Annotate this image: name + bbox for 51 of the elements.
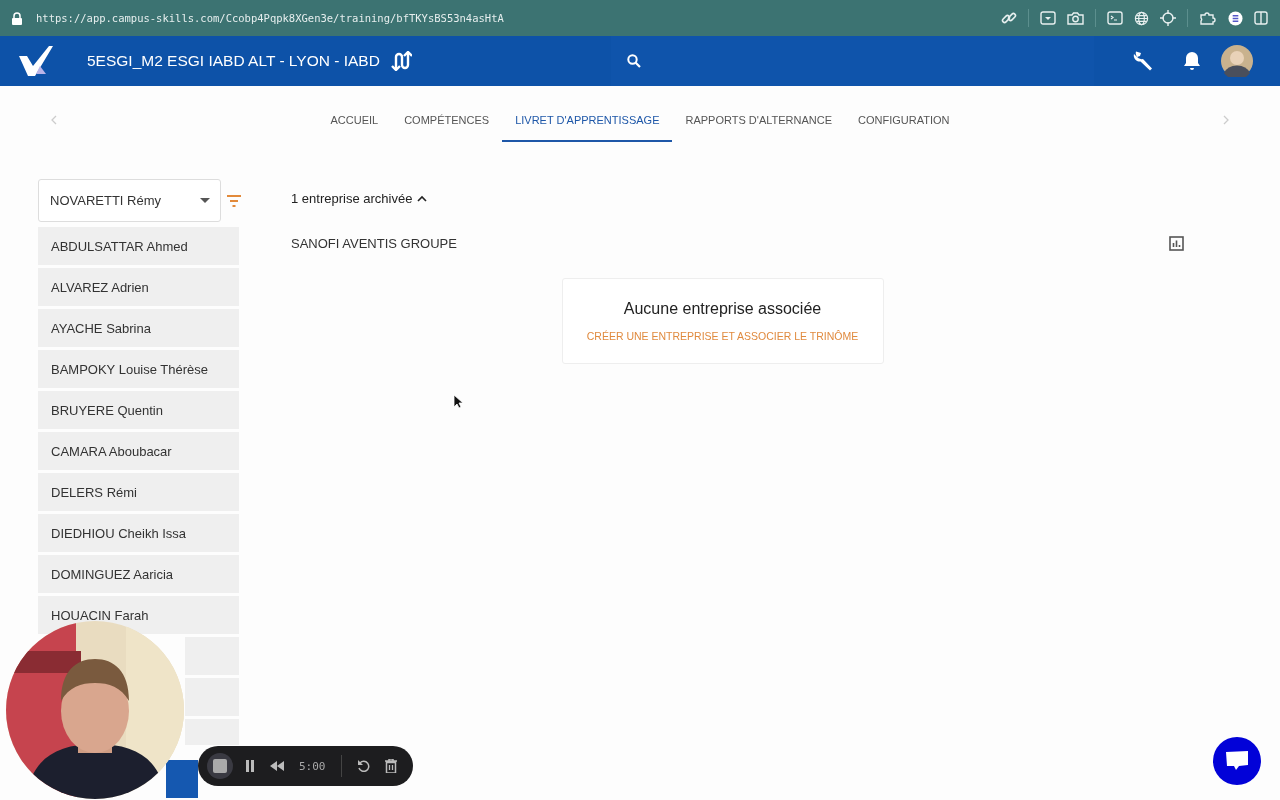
extension-icon[interactable] bbox=[1228, 10, 1243, 26]
search-icon[interactable] bbox=[627, 54, 641, 68]
pause-icon[interactable] bbox=[245, 760, 255, 772]
tab[interactable]: ACCUEIL bbox=[317, 98, 392, 142]
trash-icon[interactable] bbox=[384, 759, 397, 773]
student-list-item[interactable]: AYACHE Sabrina bbox=[38, 309, 239, 347]
rewind-icon[interactable] bbox=[270, 761, 284, 771]
chat-bubble-icon bbox=[1225, 750, 1249, 772]
puzzle-icon[interactable] bbox=[1199, 11, 1217, 25]
student-select[interactable]: NOVARETTI Rémy bbox=[38, 179, 221, 222]
mouse-cursor-icon bbox=[453, 394, 463, 409]
company-name[interactable]: SANOFI AVENTIS GROUPE bbox=[291, 235, 457, 251]
student-list-item[interactable]: CAMARA Aboubacar bbox=[38, 432, 239, 470]
student-list-item[interactable]: HOUACIN Farah bbox=[38, 596, 239, 634]
stop-button[interactable] bbox=[207, 753, 233, 779]
recording-timer: 5:00 bbox=[299, 759, 326, 773]
student-list-item[interactable]: DELERS Rémi bbox=[38, 473, 239, 511]
globe-icon[interactable] bbox=[1134, 10, 1149, 26]
archived-toggle[interactable]: 1 entreprise archivée bbox=[291, 191, 428, 206]
student-list-item[interactable]: DOMINGUEZ Aaricia bbox=[38, 555, 239, 593]
swap-icon[interactable] bbox=[389, 51, 412, 71]
student-list-item[interactable]: ABDULSATTAR Ahmed bbox=[38, 227, 239, 265]
terminal-icon[interactable] bbox=[1107, 11, 1123, 25]
chat-button[interactable] bbox=[1213, 737, 1261, 785]
camera-icon[interactable] bbox=[1067, 11, 1084, 25]
student-list-item[interactable]: ALVAREZ Adrien bbox=[38, 268, 239, 306]
chart-icon[interactable] bbox=[1169, 235, 1184, 251]
avatar[interactable] bbox=[1221, 45, 1253, 77]
url-text[interactable]: https://app.campus-skills.com/Ccobp4Pqpk8XGen3e/training/bfTKYsBS53n4asHtA bbox=[36, 12, 504, 24]
empty-state-title: Aucune entreprise associée bbox=[623, 300, 822, 318]
filter-icon[interactable] bbox=[226, 194, 242, 207]
screen-icon[interactable] bbox=[1040, 11, 1056, 25]
student-list-item[interactable]: DIEDHIOU Cheikh Issa bbox=[38, 514, 239, 552]
student-list-item[interactable]: BRUYERE Quentin bbox=[38, 391, 239, 429]
tab[interactable]: COMPÉTENCES bbox=[391, 98, 503, 142]
sidebar-icon[interactable] bbox=[1254, 11, 1268, 25]
bell-icon[interactable] bbox=[1183, 51, 1201, 71]
crosshair-icon[interactable] bbox=[1160, 10, 1176, 26]
wrench-icon[interactable] bbox=[1133, 50, 1155, 72]
tab[interactable]: RAPPORTS D'ALTERNANCE bbox=[672, 98, 846, 142]
student-list-item[interactable]: BAMPOKY Louise Thérèse bbox=[38, 350, 239, 388]
restart-icon[interactable] bbox=[356, 759, 370, 773]
link-icon[interactable] bbox=[1001, 10, 1017, 26]
tab[interactable]: LIVRET D'APPRENTISSAGE bbox=[502, 98, 673, 142]
tab[interactable]: CONFIGURATION bbox=[845, 98, 963, 142]
course-title: 5ESGI_M2 ESGI IABD ALT - LYON - IABD bbox=[87, 52, 380, 70]
chevron-icon bbox=[417, 195, 428, 202]
logo-icon[interactable] bbox=[19, 46, 53, 76]
lock-icon bbox=[12, 11, 22, 25]
stop-icon bbox=[213, 759, 227, 773]
dropdown-caret-icon bbox=[200, 198, 210, 203]
